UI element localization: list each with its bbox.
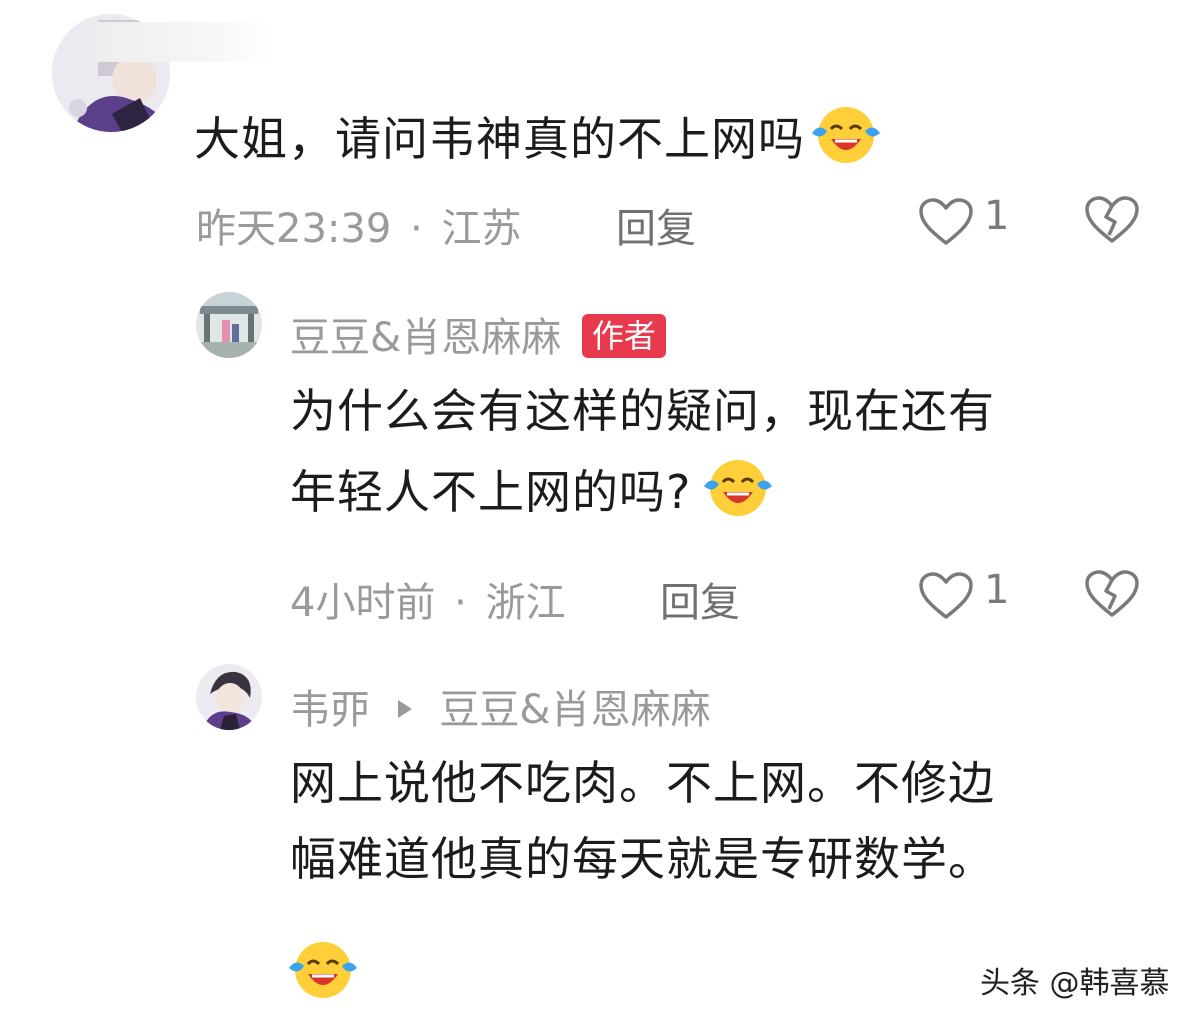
comment-text-line: 网上说他不吃肉。不上网。不修边 bbox=[290, 756, 995, 810]
comment-text-line: 年轻人不上网的吗? bbox=[290, 454, 995, 537]
dislike-button[interactable] bbox=[1084, 195, 1140, 247]
comment-meta: 昨天23:39 · 江苏 bbox=[196, 196, 521, 254]
comment-text: 大姐，请问韦神真的不上网吗 bbox=[194, 101, 883, 184]
comment-text-content: 大姐，请问韦神真的不上网吗 bbox=[194, 112, 805, 166]
broken-heart-icon bbox=[1085, 196, 1139, 243]
separator-dot: · bbox=[410, 206, 423, 252]
laughing-crying-emoji-icon bbox=[701, 454, 775, 537]
laughing-crying-emoji-icon bbox=[809, 101, 883, 184]
location: 浙江 bbox=[485, 580, 566, 626]
comment-text-line-content: 年轻人不上网的吗? bbox=[290, 465, 692, 519]
comment-text-line: 幅难道他真的每天就是专研数学。 bbox=[290, 832, 995, 886]
timestamp: 昨天23:39 bbox=[196, 206, 392, 252]
author-name[interactable]: 豆豆&肖恩麻麻 bbox=[290, 315, 561, 361]
separator-dot: · bbox=[454, 580, 467, 626]
heart-outline-icon bbox=[919, 198, 973, 245]
comment-text-line: 为什么会有这样的疑问，现在还有 bbox=[290, 384, 995, 438]
laughing-crying-emoji-icon bbox=[286, 934, 360, 1008]
like-button[interactable]: 1 bbox=[918, 567, 1018, 623]
author-badge: 作者 bbox=[581, 314, 666, 358]
triangle-right-icon bbox=[397, 700, 412, 718]
reply-button[interactable]: 回复 bbox=[616, 196, 696, 254]
like-count: 1 bbox=[984, 193, 1010, 239]
heart-outline-icon bbox=[919, 572, 973, 619]
like-count: 1 bbox=[984, 567, 1010, 613]
avatar[interactable] bbox=[196, 664, 262, 730]
like-button[interactable]: 1 bbox=[918, 193, 1018, 249]
broken-heart-icon bbox=[1085, 570, 1139, 617]
location: 江苏 bbox=[441, 206, 522, 252]
comment-author[interactable]: 豆豆&肖恩麻麻 作者 bbox=[290, 305, 666, 363]
comment-meta: 4小时前 · 浙江 bbox=[290, 570, 566, 628]
reply-target-name[interactable]: 豆豆&肖恩麻麻 bbox=[439, 687, 710, 733]
reply-button[interactable]: 回复 bbox=[660, 570, 740, 628]
dislike-button[interactable] bbox=[1084, 569, 1140, 621]
avatar[interactable] bbox=[196, 292, 262, 358]
comment-text: 为什么会有这样的疑问，现在还有 年轻人不上网的吗? bbox=[290, 378, 995, 537]
timestamp: 4小时前 bbox=[290, 580, 436, 626]
redacted-username bbox=[96, 22, 276, 62]
comment-author-line: 韦丣 豆豆&肖恩麻麻 bbox=[290, 677, 711, 735]
watermark: 头条 @韩喜慕 bbox=[980, 966, 1170, 1001]
comment-text: 网上说他不吃肉。不上网。不修边 幅难道他真的每天就是专研数学。 bbox=[290, 750, 995, 892]
author-name[interactable]: 韦丣 bbox=[290, 687, 370, 733]
